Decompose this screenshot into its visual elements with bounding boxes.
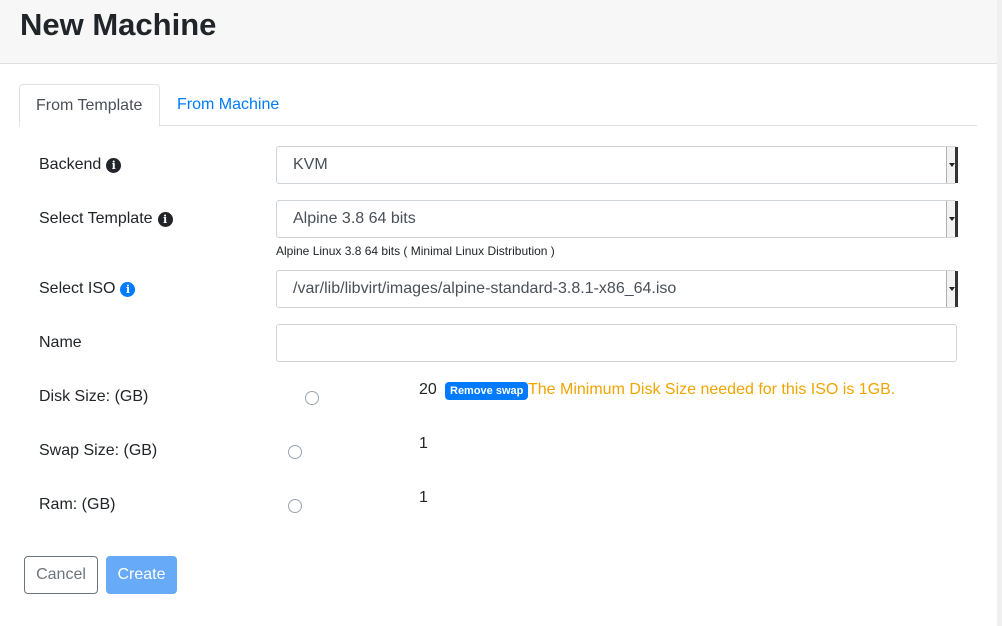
disk-size-label: Disk Size: (GB) (39, 387, 148, 407)
template-select-value: Alpine 3.8 64 bits (293, 210, 416, 227)
disk-size-value: 20 (419, 381, 437, 398)
template-label: Select Template i (39, 209, 173, 229)
tab-bar: From Template From Machine (19, 84, 977, 127)
swap-size-value: 1 (419, 435, 428, 452)
iso-select-value: /var/lib/libvirt/images/alpine-standard-… (293, 280, 677, 297)
template-label-text: Select Template (39, 210, 153, 227)
ram-label: Ram: (GB) (39, 495, 115, 515)
create-button[interactable]: Create (106, 556, 177, 594)
chevron-down-icon (946, 271, 958, 307)
ram-slider-handle[interactable] (288, 499, 302, 513)
swap-size-label-text: Swap Size: (GB) (39, 442, 158, 459)
disk-size-slider-handle[interactable] (305, 391, 319, 405)
chevron-down-icon (946, 147, 958, 183)
template-description: Alpine Linux 3.8 64 bits ( Minimal Linux… (276, 244, 555, 258)
chevron-down-icon (946, 201, 958, 237)
tab-from-template[interactable]: From Template (19, 84, 160, 127)
disk-size-label-text: Disk Size: (GB) (39, 388, 149, 405)
swap-size-label: Swap Size: (GB) (39, 441, 157, 461)
info-circle-icon[interactable]: i (157, 211, 173, 227)
ram-label-text: Ram: (GB) (39, 496, 116, 513)
ram-value: 1 (419, 489, 428, 506)
vertical-scrollbar[interactable] (997, 0, 1002, 626)
disk-size-warning: The Minimum Disk Size needed for this IS… (528, 381, 896, 398)
remove-swap-badge[interactable]: Remove swap (445, 382, 529, 400)
cancel-button[interactable]: Cancel (24, 556, 98, 594)
info-circle-icon[interactable]: i (106, 157, 122, 173)
tab-from-machine[interactable]: From Machine (161, 84, 295, 126)
page-title: New Machine (20, 7, 217, 42)
page-header: New Machine (0, 0, 997, 64)
backend-label-text: Backend (39, 156, 102, 173)
template-select[interactable]: Alpine 3.8 64 bits (276, 200, 958, 238)
iso-label: Select ISO i (39, 279, 136, 299)
name-label-text: Name (39, 334, 82, 351)
iso-select[interactable]: /var/lib/libvirt/images/alpine-standard-… (276, 270, 958, 308)
iso-label-text: Select ISO (39, 280, 116, 297)
backend-label: Backend i (39, 155, 122, 175)
backend-select-value: KVM (293, 156, 328, 173)
name-label: Name (39, 333, 82, 353)
name-input[interactable] (276, 324, 957, 362)
info-circle-icon[interactable]: i (120, 281, 136, 297)
backend-select[interactable]: KVM (276, 146, 958, 184)
swap-size-slider-handle[interactable] (288, 445, 302, 459)
